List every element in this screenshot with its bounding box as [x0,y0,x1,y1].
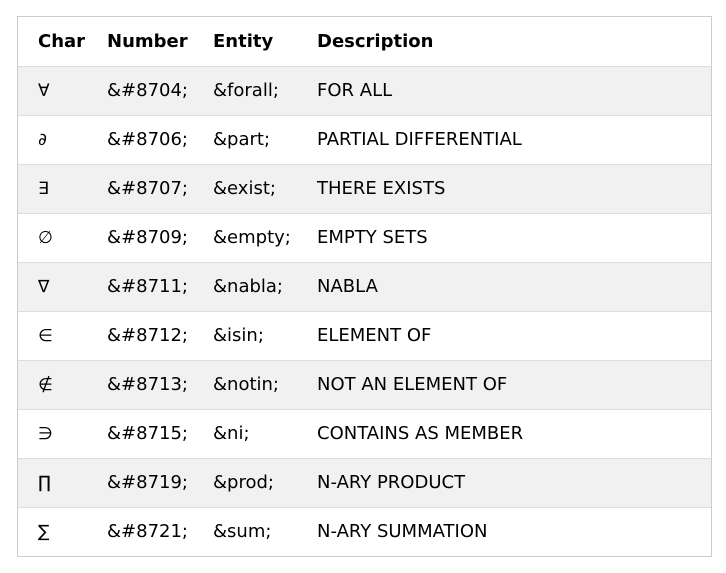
table-row: ∑ &#8721; &sum; N-ARY SUMMATION [18,506,711,556]
cell-description: NABLA [317,261,711,311]
cell-number: &#8709; [107,212,213,262]
cell-entity: &part; [213,114,317,164]
cell-char: ∏ [18,457,107,507]
cell-number: &#8713; [107,359,213,409]
cell-number: &#8721; [107,506,213,556]
cell-description: NOT AN ELEMENT OF [317,359,711,409]
cell-char: ∅ [18,212,107,262]
cell-description: N-ARY PRODUCT [317,457,711,507]
cell-char: ∈ [18,310,107,360]
table-row: ∉ &#8713; &notin; NOT AN ELEMENT OF [18,359,711,409]
cell-number: &#8704; [107,65,213,115]
table-row: ∋ &#8715; &ni; CONTAINS AS MEMBER [18,408,711,458]
cell-number: &#8712; [107,310,213,360]
cell-description: CONTAINS AS MEMBER [317,408,711,458]
cell-description: PARTIAL DIFFERENTIAL [317,114,711,164]
cell-char: ∂ [18,114,107,164]
cell-entity: &prod; [213,457,317,507]
cell-number: &#8706; [107,114,213,164]
table-row: ∈ &#8712; &isin; ELEMENT OF [18,310,711,360]
cell-entity: &empty; [213,212,317,262]
cell-char: ∀ [18,65,107,115]
cell-char: ∑ [18,506,107,556]
math-symbols-table-container: Char Number Entity Description ∀ &#8704;… [17,16,712,557]
cell-char: ∋ [18,408,107,458]
table-row: ∃ &#8707; &exist; THERE EXISTS [18,163,711,213]
cell-number: &#8711; [107,261,213,311]
cell-description: ELEMENT OF [317,310,711,360]
table-row: ∂ &#8706; &part; PARTIAL DIFFERENTIAL [18,114,711,164]
cell-description: N-ARY SUMMATION [317,506,711,556]
table-row: ∀ &#8704; &forall; FOR ALL [18,65,711,115]
cell-entity: &ni; [213,408,317,458]
cell-entity: &nabla; [213,261,317,311]
cell-char: ∇ [18,261,107,311]
header-entity: Entity [213,30,274,52]
cell-entity: &exist; [213,163,317,213]
header-number: Number [107,30,188,52]
table-header-row: Char Number Entity Description [18,17,711,66]
cell-entity: &sum; [213,506,317,556]
cell-entity: &isin; [213,310,317,360]
table-row: ∏ &#8719; &prod; N-ARY PRODUCT [18,457,711,507]
cell-entity: &notin; [213,359,317,409]
table-row: ∇ &#8711; &nabla; NABLA [18,261,711,311]
cell-entity: &forall; [213,65,317,115]
cell-description: THERE EXISTS [317,163,711,213]
cell-number: &#8707; [107,163,213,213]
header-char: Char [38,30,86,52]
header-description: Description [317,30,434,52]
table-row: ∅ &#8709; &empty; EMPTY SETS [18,212,711,262]
cell-char: ∃ [18,163,107,213]
math-symbols-table: Char Number Entity Description ∀ &#8704;… [18,17,711,556]
cell-description: FOR ALL [317,65,711,115]
cell-description: EMPTY SETS [317,212,711,262]
cell-number: &#8719; [107,457,213,507]
cell-char: ∉ [18,359,107,409]
cell-number: &#8715; [107,408,213,458]
